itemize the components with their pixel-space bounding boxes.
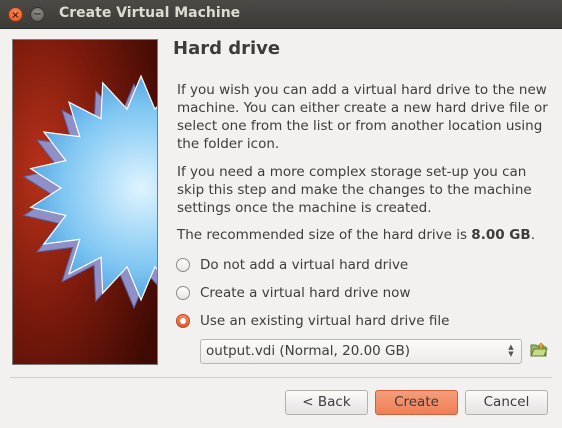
option-no-hard-drive[interactable]: Do not add a virtual hard drive xyxy=(176,255,408,275)
separator xyxy=(10,377,552,378)
disk-file-select[interactable]: output.vdi (Normal, 20.00 GB) ▲ ▼ xyxy=(200,339,522,364)
cancel-button[interactable]: Cancel xyxy=(465,390,548,415)
window-title: Create Virtual Machine xyxy=(59,5,241,21)
radio-button[interactable] xyxy=(176,258,190,272)
option-use-existing-hard-drive[interactable]: Use an existing virtual hard drive file xyxy=(176,311,449,331)
wizard-side-image xyxy=(12,39,158,365)
back-button[interactable]: < Back xyxy=(285,390,368,415)
radio-button-checked[interactable] xyxy=(176,314,190,328)
storage-hint-paragraph: If you need a more complex storage set-u… xyxy=(177,164,532,216)
minimize-icon[interactable]: − xyxy=(30,7,45,22)
option-label: Create a virtual hard drive now xyxy=(200,285,411,301)
close-icon[interactable]: × xyxy=(8,7,23,22)
folder-open-icon[interactable] xyxy=(530,342,548,358)
option-label: Use an existing virtual hard drive file xyxy=(200,313,450,329)
title-bar: × − Create Virtual Machine xyxy=(0,0,562,29)
description-paragraph: If you wish you can add a virtual hard d… xyxy=(177,82,548,152)
radio-button[interactable] xyxy=(176,286,190,300)
disk-file-select-value: output.vdi (Normal, 20.00 GB) xyxy=(206,343,411,359)
recommended-size-text: The recommended size of the hard drive i… xyxy=(177,227,535,243)
spin-arrows-icon: ▲ ▼ xyxy=(508,343,514,358)
page-title: Hard drive xyxy=(173,38,281,59)
option-label: Do not add a virtual hard drive xyxy=(200,257,409,273)
recommended-size-value: 8.00 GB xyxy=(471,227,531,243)
create-button[interactable]: Create xyxy=(375,390,458,415)
option-create-hard-drive[interactable]: Create a virtual hard drive now xyxy=(176,283,410,303)
